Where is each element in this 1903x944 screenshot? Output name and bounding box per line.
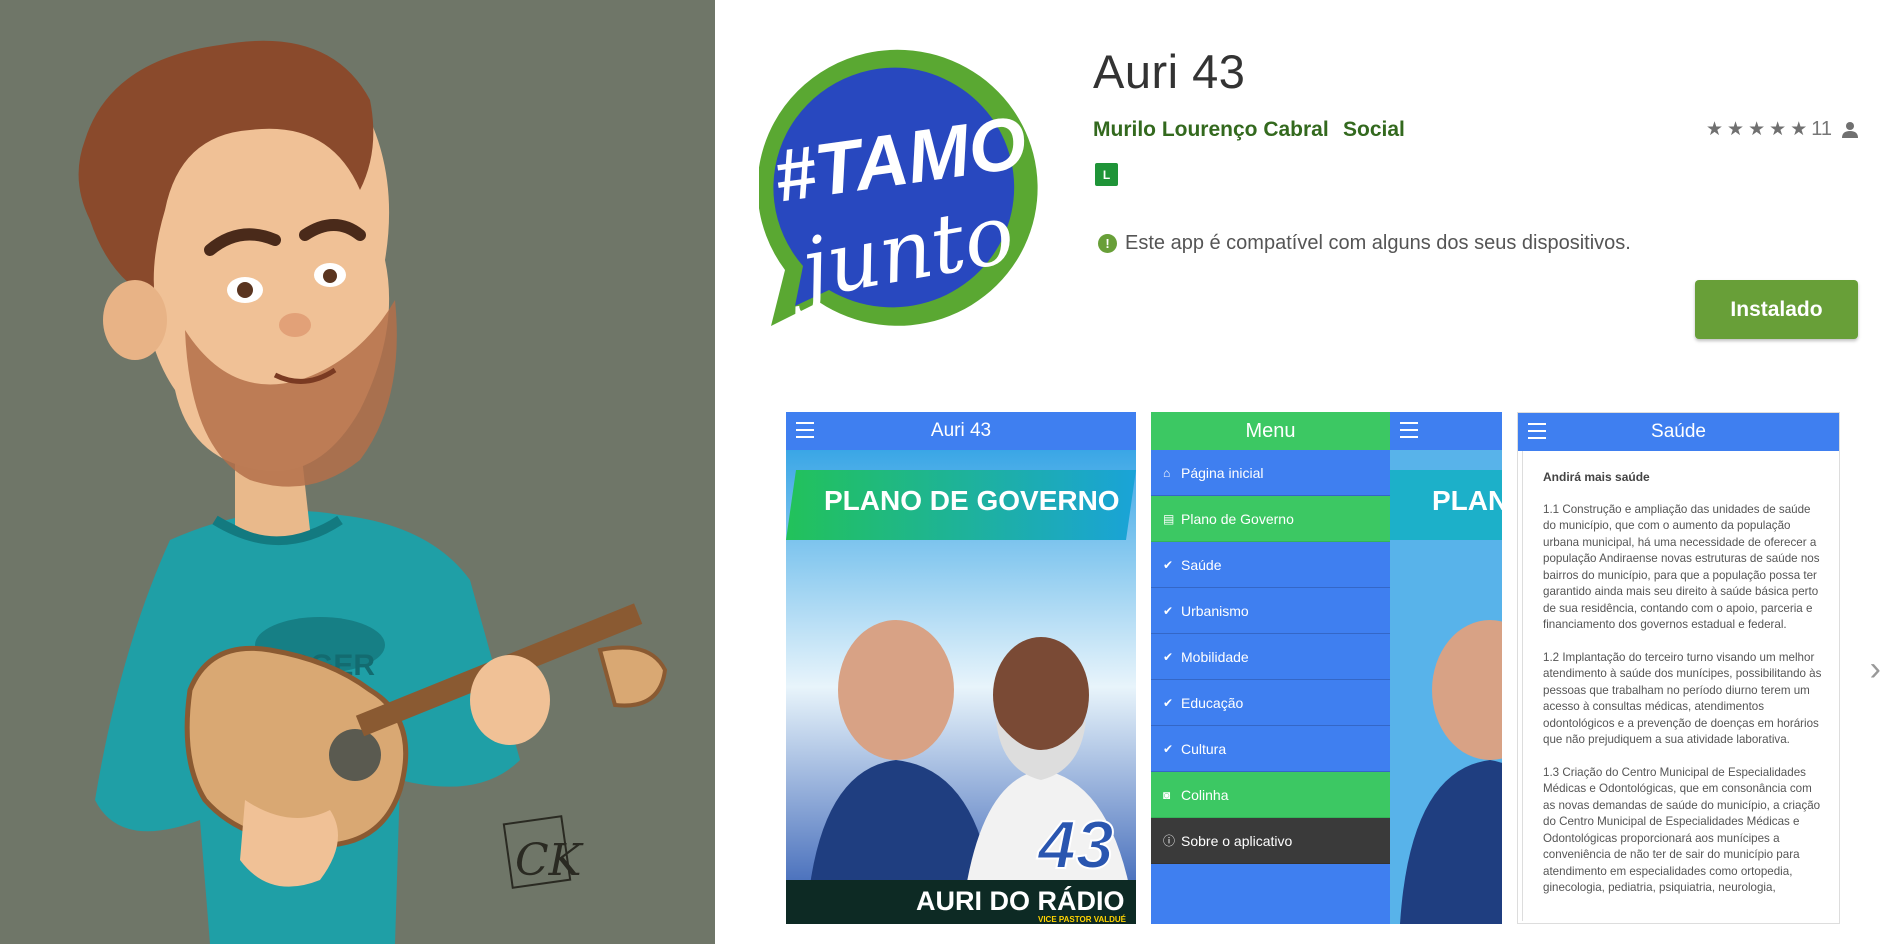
menu-item-label: Plano de Governo <box>1181 510 1294 527</box>
app-title: Auri 43 <box>1093 45 1246 98</box>
menu-item-label: Cultura <box>1181 740 1227 757</box>
menu-item-urbanismo[interactable]: ✔ Urbanismo <box>1151 588 1390 634</box>
paragraph-1-3: 1.3 Criação do Centro Municipal de Espec… <box>1543 765 1821 895</box>
caricature-illustration: BURGER <box>0 0 715 944</box>
check-circle-icon: ✔ <box>1163 649 1174 664</box>
person-icon <box>1842 121 1858 138</box>
star-icon: ★ <box>1769 119 1787 140</box>
poster-banner-text: PLANO DE GOVERNO <box>824 485 1120 516</box>
check-circle-icon: ✔ <box>1163 603 1174 618</box>
category-link[interactable]: Social <box>1343 118 1405 142</box>
campaign-poster: PLANO DE GOVERNO 43 AURI DO RÁDIO VICE P… <box>786 450 1136 924</box>
installed-button[interactable]: Instalado <box>1695 280 1858 339</box>
check-circle-icon: ✔ <box>1163 741 1174 756</box>
menu-item-label: Colinha <box>1181 786 1229 803</box>
menu-item-label: Sobre o aplicativo <box>1181 832 1293 849</box>
check-circle-icon: ✔ <box>1163 695 1174 710</box>
menu-item-mobilidade[interactable]: ✔ Mobilidade <box>1151 634 1390 680</box>
hamburger-menu-icon <box>796 422 814 438</box>
content-rating-badge: L <box>1095 163 1118 186</box>
chevron-right-icon[interactable]: › <box>1870 650 1881 689</box>
rating-summary: ★ ★ ★ ★ ★ 11 <box>1706 118 1858 141</box>
compatibility-text: Este app é compatível com alguns dos seu… <box>1125 232 1631 254</box>
rating-count: 11 <box>1811 118 1832 140</box>
compatibility-notice: ! Este app é compatível com alguns dos s… <box>1098 232 1631 255</box>
screenshot-app-bar: Auri 43 <box>786 412 1136 450</box>
screenshot-bar-title: Saúde <box>1651 421 1706 442</box>
app-store-panel: #TAMO junto Auri 43 Murilo Lourenço Cabr… <box>715 0 1903 944</box>
section-heading: Andirá mais saúde <box>1543 470 1650 484</box>
menu-item-label: Mobilidade <box>1181 648 1249 665</box>
candidate-subtitle: VICE PASTOR VALDUÉ <box>1038 915 1127 924</box>
nav-drawer: Menu ⌂ Página inicial ▤ Plano de Governo ✔… <box>1151 412 1390 924</box>
menu-item-pagina-inicial[interactable]: ⌂ Página inicial <box>1151 450 1390 496</box>
caricature-drawing: BURGER <box>0 0 715 944</box>
paragraph-1-1: 1.1 Construção e ampliação das unidades … <box>1543 502 1820 632</box>
info-icon: ! <box>1098 234 1117 253</box>
document-icon: ▤ <box>1163 511 1175 526</box>
developer-link[interactable]: Murilo Lourenço Cabral <box>1093 118 1329 142</box>
screenshot-1[interactable]: Auri 43 PLANO DE GOVERNO 43 AURI DO RÁDI… <box>786 412 1136 924</box>
health-plan-text: Andirá mais saúde 1.1 Construção e ampli… <box>1522 451 1839 921</box>
screenshot-3[interactable]: Saúde Andirá mais saúde 1.1 Construção e… <box>1517 412 1840 924</box>
screenshot-app-bar <box>1390 412 1502 450</box>
menu-item-educacao[interactable]: ✔ Educação <box>1151 680 1390 726</box>
star-icon: ★ <box>1748 119 1766 140</box>
screenshot-bar-title: Auri 43 <box>930 420 992 441</box>
nav-drawer-title: Menu <box>1151 412 1390 450</box>
menu-item-sobre[interactable]: ⓘ Sobre o aplicativo <box>1151 818 1390 864</box>
menu-item-label: Página inicial <box>1181 464 1264 481</box>
menu-item-label: Saúde <box>1181 556 1222 573</box>
screenshot-app-bar: Saúde <box>1518 413 1839 451</box>
menu-item-colinha[interactable]: ◙ Colinha <box>1151 772 1390 818</box>
menu-item-label: Educação <box>1181 694 1244 711</box>
info-icon: ⓘ <box>1163 834 1176 848</box>
hamburger-menu-icon <box>1400 422 1418 438</box>
star-icon: ★ <box>1727 119 1745 140</box>
home-icon: ⌂ <box>1163 465 1171 480</box>
check-circle-icon: ✔ <box>1163 557 1174 572</box>
partial-banner-text: PLAN <box>1432 485 1502 516</box>
candidate-name: AURI DO RÁDIO <box>916 885 1125 916</box>
screenshot-2[interactable]: PLAN Menu ⌂ Página inicial ▤ Plano de Gove… <box>1151 412 1502 924</box>
menu-item-saude[interactable]: ✔ Saúde <box>1151 542 1390 588</box>
menu-item-cultura[interactable]: ✔ Cultura <box>1151 726 1390 772</box>
app-icon: #TAMO junto <box>757 44 1051 340</box>
candidate-number: 43 <box>1036 807 1114 883</box>
hamburger-menu-icon <box>1528 423 1546 439</box>
paragraph-1-2: 1.2 Implantação do terceiro turno visand… <box>1543 650 1822 747</box>
background-app-preview: PLAN <box>1390 412 1502 924</box>
menu-item-plano-de-governo[interactable]: ▤ Plano de Governo <box>1151 496 1390 542</box>
menu-item-label: Urbanismo <box>1181 602 1249 619</box>
artist-signature: CK <box>515 835 584 886</box>
star-icon: ★ <box>1790 119 1808 140</box>
star-icon: ★ <box>1706 119 1724 140</box>
camera-icon: ◙ <box>1163 787 1171 802</box>
